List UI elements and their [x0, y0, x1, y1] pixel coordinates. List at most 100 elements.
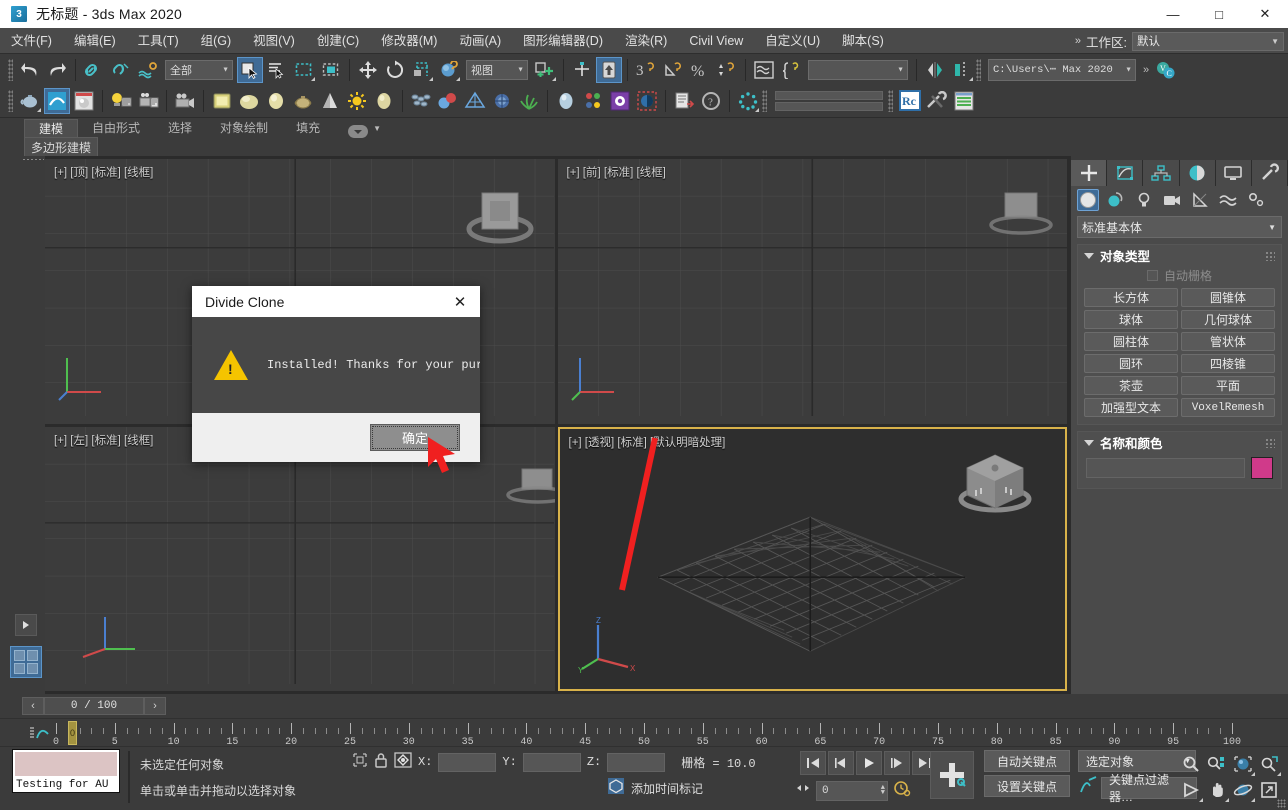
add-time-tag-icon[interactable] [607, 777, 625, 800]
toolbar-grip[interactable] [8, 90, 13, 112]
coord-x-field[interactable] [438, 753, 496, 772]
minimize-button[interactable]: — [1150, 0, 1196, 28]
foliage-icon[interactable] [516, 88, 542, 114]
create-geosphere-button[interactable]: 几何球体 [1181, 310, 1275, 329]
geosphere-primitive-icon[interactable] [263, 88, 289, 114]
cone-primitive-icon[interactable] [317, 88, 343, 114]
toolbar-grip[interactable] [762, 90, 767, 112]
create-text-plus-button[interactable]: 加强型文本 [1084, 398, 1178, 417]
named-selection-sets-combo[interactable]: ▼ [808, 60, 908, 80]
particle-systems-icon[interactable] [408, 88, 434, 114]
select-and-link-button[interactable] [81, 57, 107, 83]
select-and-rotate-button[interactable] [382, 57, 408, 83]
selection-filter-combo[interactable]: 全部 ▼ [165, 60, 233, 80]
toolbar-grip[interactable] [888, 90, 893, 112]
menu-file[interactable]: 文件(F) [0, 28, 63, 54]
timeline-ruler[interactable]: 0510152025303540455055606570758085909510… [56, 719, 1288, 746]
toolbar-overflow-chevron-icon[interactable]: » [1143, 64, 1149, 76]
percent-snap-toggle-button[interactable]: % [687, 57, 713, 83]
frame-display[interactable]: 0 / 100 [44, 697, 144, 715]
create-sphere-button[interactable]: 球体 [1084, 310, 1178, 329]
create-pyramid-button[interactable]: 四棱锥 [1181, 354, 1275, 373]
subcategory-dropdown[interactable]: 标准基本体 ▼ [1077, 216, 1282, 238]
scene-explorer-list-icon[interactable] [951, 88, 977, 114]
edit-named-selection-sets-button[interactable] [751, 57, 777, 83]
render-to-texture-icon[interactable] [671, 88, 697, 114]
create-box-button[interactable]: 长方体 [1084, 288, 1178, 307]
menu-create[interactable]: 创建(C) [306, 28, 370, 54]
systems-icon[interactable] [1245, 189, 1267, 211]
sun-light-icon[interactable] [344, 88, 370, 114]
utilities-tab[interactable] [1252, 160, 1288, 186]
next-frame-button[interactable] [884, 751, 910, 775]
menu-rendering[interactable]: 渲染(R) [614, 28, 678, 54]
create-cylinder-button[interactable]: 圆柱体 [1084, 332, 1178, 351]
viewport-perspective-label[interactable]: [+] [透视] [标准] [默认明暗处理] [569, 434, 726, 450]
create-cone-button[interactable]: 圆锥体 [1181, 288, 1275, 307]
scene-explorer-path-combo[interactable]: C:\Users\⋯ Max 2020 ▼ [988, 59, 1136, 81]
named-selection-sets-button[interactable] [778, 57, 804, 83]
object-color-swatch[interactable] [1251, 457, 1273, 479]
toolbar-grip[interactable] [8, 59, 13, 81]
sphere-primitive-icon[interactable] [236, 88, 262, 114]
hierarchy-tab[interactable] [1143, 160, 1179, 186]
angle-snap-degree-button[interactable] [660, 57, 686, 83]
cameras-icon[interactable] [1161, 189, 1183, 211]
menu-customize[interactable]: 自定义(U) [754, 28, 831, 54]
zoom-icon[interactable] [1178, 751, 1204, 777]
curve-editor-toggle-icon[interactable] [28, 724, 52, 747]
mirror-button[interactable] [922, 57, 948, 83]
viewport-perspective[interactable]: Z X Y [+] [透视] [标准] [默认明暗处理] [558, 427, 1068, 692]
select-and-place-button[interactable] [436, 57, 462, 83]
ribbon-tab-selection[interactable]: 选择 [154, 119, 206, 138]
camera-icon[interactable] [172, 88, 198, 114]
autogrid-row[interactable]: 自动栅格 [1078, 266, 1281, 285]
prev-frame-button[interactable]: ‹ [22, 697, 44, 715]
zoom-all-icon[interactable] [1204, 751, 1230, 777]
motion-tab[interactable] [1180, 160, 1216, 186]
compound-objects-icon[interactable] [435, 88, 461, 114]
key-tangent-icon[interactable] [1078, 775, 1098, 800]
align-button[interactable] [949, 57, 975, 83]
menu-animation[interactable]: 动画(A) [448, 28, 512, 54]
rollout-drag-handle[interactable] [1265, 438, 1275, 448]
viewport-front[interactable]: [+] [前] [标准] [线框] [558, 159, 1068, 424]
set-key-mode-button[interactable] [930, 751, 974, 799]
percent-snap-3-button[interactable]: 3 [633, 57, 659, 83]
spinner-updown-icon[interactable]: ▲▼ [881, 786, 885, 796]
menu-graph-editors[interactable]: 图形编辑器(D) [512, 28, 614, 54]
curve-editor-icon[interactable] [44, 88, 70, 114]
select-by-name-button[interactable] [264, 57, 290, 83]
menu-overflow-chevron-icon[interactable]: » [1075, 35, 1081, 47]
maximize-button[interactable]: □ [1196, 0, 1242, 28]
menu-tools[interactable]: 工具(T) [127, 28, 190, 54]
coord-y-field[interactable] [523, 753, 581, 772]
spinner-arrows-icon[interactable] [795, 781, 811, 800]
menu-modifiers[interactable]: 修改器(M) [370, 28, 448, 54]
teapot-primitive-icon[interactable] [17, 88, 43, 114]
ribbon-subtab-poly-modeling[interactable]: 多边形建模 [24, 137, 98, 158]
create-tab[interactable] [1071, 160, 1107, 186]
viewport-front-label[interactable]: [+] [前] [标准] [线框] [567, 164, 666, 180]
current-frame-spinner[interactable]: 0 ▲▼ [816, 781, 888, 801]
object-type-header[interactable]: 对象类型 [1078, 245, 1281, 266]
ellipsoid-icon[interactable] [371, 88, 397, 114]
angle-snap-toggle-button[interactable] [596, 57, 622, 83]
viewport-left[interactable]: [+] [左] [标准] [线框] [45, 427, 555, 692]
tools-icon[interactable] [924, 88, 950, 114]
viewport-layout-button[interactable] [10, 646, 42, 678]
track-bar[interactable]: 0510152025303540455055606570758085909510… [0, 718, 1288, 746]
geometry-icon[interactable] [1077, 189, 1099, 211]
zoom-region-icon[interactable] [1256, 751, 1282, 777]
time-configuration-icon[interactable] [893, 779, 911, 802]
next-frame-button[interactable]: › [144, 697, 166, 715]
reference-coordinate-system-combo[interactable]: 视图 ▼ [466, 60, 528, 80]
render-setup-icon[interactable] [135, 88, 161, 114]
viewport-left-label[interactable]: [+] [左] [标准] [线框] [54, 432, 153, 448]
create-voxelremesh-button[interactable]: VoxelRemesh [1181, 398, 1275, 417]
orbit-view-icon[interactable] [1230, 777, 1256, 803]
window-crossing-toggle-button[interactable] [318, 57, 344, 83]
left-rail-grip[interactable] [22, 158, 44, 162]
infocenter-icon[interactable]: VC [1153, 57, 1179, 83]
menu-scripting[interactable]: 脚本(S) [831, 28, 895, 54]
